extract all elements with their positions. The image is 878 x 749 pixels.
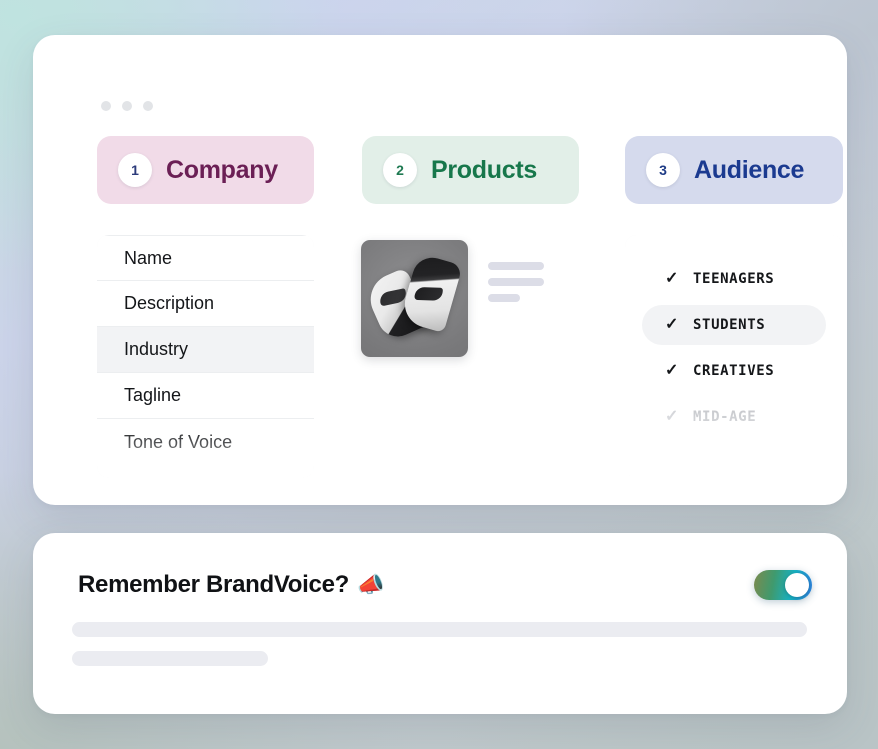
company-field-tagline[interactable]: Tagline [97,373,314,419]
check-icon: ✓ [665,270,680,287]
toggle-knob [785,573,809,597]
step-header-row: 1 Company 2 Products 3 Audience [97,136,843,204]
megaphone-icon: 📣 [356,572,385,597]
wizard-card: 1 Company 2 Products 3 Audience Name Des… [33,35,847,505]
brandvoice-text-placeholder [72,622,807,680]
audience-label-teenagers: TEENAGERS [693,271,775,287]
audience-label-creatives: CREATIVES [693,363,775,379]
check-icon: ✓ [665,408,680,425]
placeholder-line-1 [72,622,807,637]
audience-panel: ✓ TEENAGERS ✓ STUDENTS ✓ CREATIVES ✓ MID… [625,235,843,478]
brandvoice-toggle[interactable] [754,570,812,600]
step-pill-audience[interactable]: 3 Audience [625,136,843,204]
company-field-name[interactable]: Name [97,235,314,281]
brandvoice-title: Remember BrandVoice? 📣 [78,571,384,599]
products-column [361,240,579,357]
step-label-products: Products [431,155,537,184]
company-field-industry[interactable]: Industry [97,327,314,373]
company-field-description[interactable]: Description [97,281,314,327]
step-label-audience: Audience [694,155,805,184]
step-pill-products[interactable]: 2 Products [362,136,579,204]
check-icon: ✓ [665,316,680,333]
brandvoice-title-text: Remember BrandVoice? [78,571,349,598]
placeholder-line-2 [72,651,268,666]
placeholder-line-3 [488,294,520,302]
company-fields-panel: Name Description Industry Tagline Tone o… [97,235,314,478]
product-text-placeholder [488,262,544,302]
audience-label-students: STUDENTS [693,317,766,333]
step-pill-company[interactable]: 1 Company [97,136,314,204]
window-dot-close[interactable] [101,101,111,111]
step-number-badge-2: 2 [383,153,417,187]
audience-item-mid-age[interactable]: ✓ MID-AGE [642,397,826,437]
placeholder-line-1 [488,262,544,270]
check-icon: ✓ [665,362,680,379]
window-dot-minimize[interactable] [122,101,132,111]
audience-label-mid-age: MID-AGE [693,409,757,425]
product-photo[interactable] [361,240,468,357]
step-label-company: Company [166,155,278,184]
step-number-badge-3: 3 [646,153,680,187]
window-controls [101,101,153,111]
audience-item-teenagers[interactable]: ✓ TEENAGERS [642,259,826,299]
step-number-badge-1: 1 [118,153,152,187]
placeholder-line-2 [488,278,544,286]
audience-item-creatives[interactable]: ✓ CREATIVES [642,351,826,391]
window-dot-maximize[interactable] [143,101,153,111]
company-field-tone-of-voice[interactable]: Tone of Voice [97,419,314,465]
audience-item-students[interactable]: ✓ STUDENTS [642,305,826,345]
